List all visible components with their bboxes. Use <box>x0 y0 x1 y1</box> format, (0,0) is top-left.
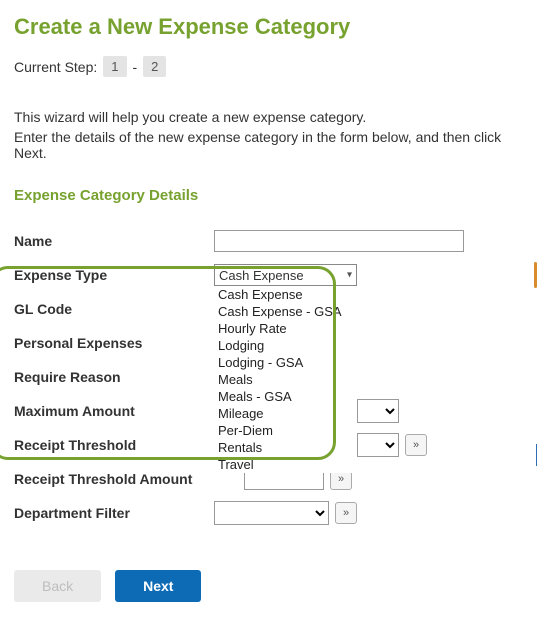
option-travel[interactable]: Travel <box>214 456 357 473</box>
label-receipt-threshold-amount: Receipt Threshold Amount <box>14 471 214 487</box>
label-maximum-amount: Maximum Amount <box>14 403 214 419</box>
back-button: Back <box>14 570 101 602</box>
option-per-diem[interactable]: Per-Diem <box>214 422 357 439</box>
department-filter-more-button[interactable]: » <box>335 502 357 524</box>
label-department-filter: Department Filter <box>14 505 214 521</box>
section-heading: Expense Category Details <box>14 187 535 204</box>
option-mileage[interactable]: Mileage <box>214 405 357 422</box>
option-cash-expense[interactable]: Cash Expense <box>214 286 357 303</box>
intro-line-1: This wizard will help you create a new e… <box>14 109 535 125</box>
label-name: Name <box>14 233 214 249</box>
option-rentals[interactable]: Rentals <box>214 439 357 456</box>
intro-text: This wizard will help you create a new e… <box>14 109 535 161</box>
department-filter-select[interactable] <box>214 501 329 525</box>
label-gl-code: GL Code <box>14 301 214 317</box>
chevron-down-icon: ▾ <box>347 270 352 281</box>
step-2: 2 <box>143 56 166 77</box>
option-meals[interactable]: Meals <box>214 371 357 388</box>
page-title: Create a New Expense Category <box>14 14 535 40</box>
expense-type-options[interactable]: Cash Expense Cash Expense - GSA Hourly R… <box>214 286 357 473</box>
expense-type-selected: Cash Expense <box>219 268 304 283</box>
option-meals-gsa[interactable]: Meals - GSA <box>214 388 357 405</box>
step-separator: - <box>133 59 138 75</box>
receipt-threshold-more-button[interactable]: » <box>405 434 427 456</box>
option-hourly-rate[interactable]: Hourly Rate <box>214 320 357 337</box>
receipt-threshold-select[interactable] <box>357 433 399 457</box>
option-cash-expense-gsa[interactable]: Cash Expense - GSA <box>214 303 357 320</box>
option-lodging[interactable]: Lodging <box>214 337 357 354</box>
name-input[interactable] <box>214 230 464 252</box>
max-amount-select[interactable] <box>357 399 399 423</box>
option-lodging-gsa[interactable]: Lodging - GSA <box>214 354 357 371</box>
label-expense-type: Expense Type <box>14 267 214 283</box>
label-personal-expenses: Personal Expenses <box>14 335 214 351</box>
intro-line-2: Enter the details of the new expense cat… <box>14 129 535 161</box>
step-indicator: Current Step: 1 - 2 <box>14 56 535 77</box>
step-1: 1 <box>103 56 126 77</box>
label-require-reason: Require Reason <box>14 369 214 385</box>
next-button[interactable]: Next <box>115 570 201 602</box>
label-receipt-threshold: Receipt Threshold <box>14 437 214 453</box>
expense-type-select[interactable]: Cash Expense ▾ <box>214 264 357 286</box>
step-label: Current Step: <box>14 59 97 75</box>
